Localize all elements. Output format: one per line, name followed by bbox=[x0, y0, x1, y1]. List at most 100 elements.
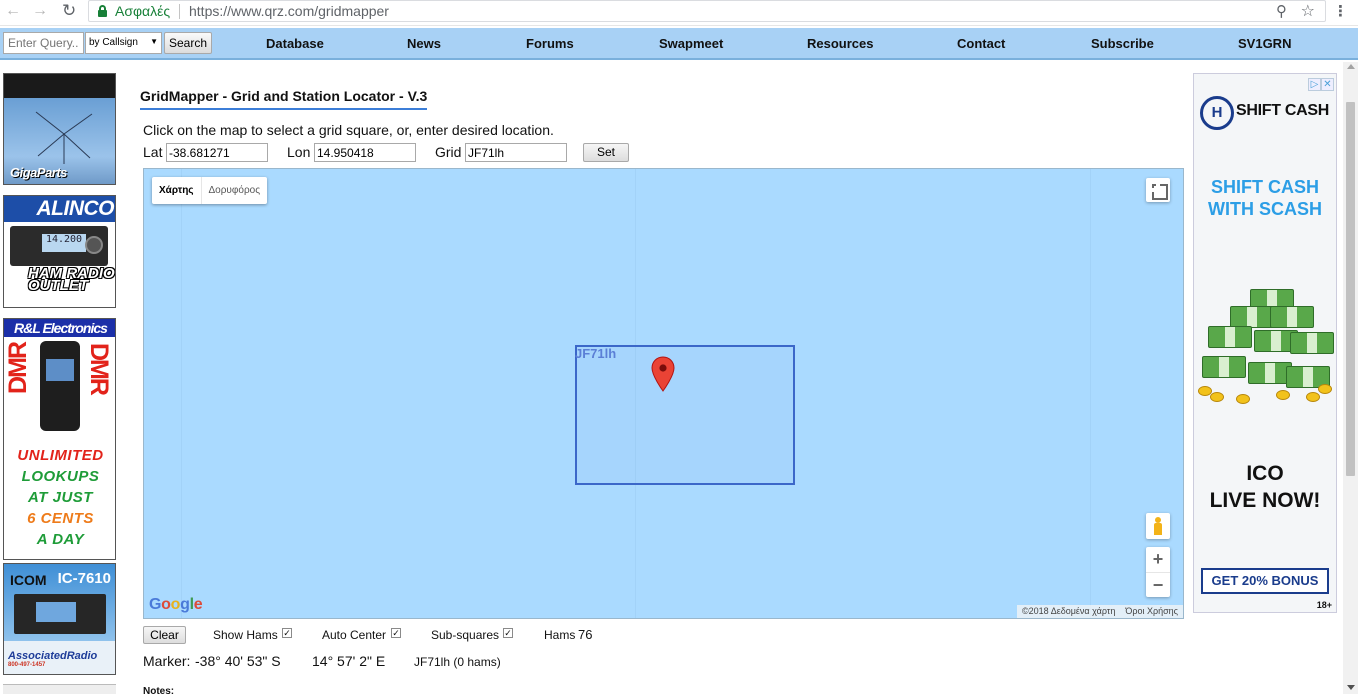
bookmark-star-icon[interactable]: ☆ bbox=[1301, 1, 1315, 21]
nav-resources[interactable]: Resources bbox=[807, 36, 873, 51]
ico-line: LIVE NOW! bbox=[1209, 489, 1321, 512]
forward-arrow-icon[interactable]: → bbox=[32, 2, 48, 20]
grid-square-overlay[interactable] bbox=[575, 345, 795, 485]
search-by-select[interactable]: by Callsign ▼ bbox=[85, 32, 162, 54]
nav-swapmeet[interactable]: Swapmeet bbox=[659, 36, 723, 51]
grid-input[interactable] bbox=[465, 143, 567, 162]
alinco-ad[interactable]: ALINCO 14.200 HAM RADIO OUTLET bbox=[3, 195, 116, 308]
icom-ad[interactable]: ICOM IC-7610 AssociatedRadio 800-497-145… bbox=[3, 563, 116, 675]
scrollbar-thumb[interactable] bbox=[1346, 102, 1355, 476]
get-bonus-button[interactable]: GET 20% BONUS bbox=[1201, 568, 1329, 594]
ad-close-icon[interactable]: ✕ bbox=[1321, 78, 1334, 91]
scroll-up-arrow-icon[interactable] bbox=[1347, 64, 1355, 69]
auto-center-checkbox[interactable]: ✓ bbox=[391, 628, 401, 638]
set-button[interactable]: Set bbox=[583, 143, 629, 162]
cash-stack bbox=[1270, 306, 1314, 328]
sub-squares-checkbox[interactable]: ✓ bbox=[503, 628, 513, 638]
nav-news[interactable]: News bbox=[407, 36, 441, 51]
page-title: GridMapper - Grid and Station Locator - … bbox=[140, 88, 428, 110]
google-logo-letter: G bbox=[149, 596, 162, 613]
map-canvas[interactable]: Χάρτης Δορυφόρος JF71lh + − Google ©2018… bbox=[143, 168, 1184, 619]
scroll-down-arrow-icon[interactable] bbox=[1347, 685, 1355, 690]
reload-icon[interactable]: ↻ bbox=[62, 1, 76, 21]
map-attribution: ©2018 Δεδομένα χάρτη Όροι Χρήσης bbox=[1017, 605, 1183, 618]
ico-announcement: ICO LIVE NOW! bbox=[1194, 460, 1336, 514]
gigaparts-logo: GigaParts bbox=[10, 165, 67, 180]
zoom-in-button[interactable]: + bbox=[1146, 547, 1170, 572]
notes-label: Notes: bbox=[143, 686, 175, 697]
sub-squares-label: Sub-squares bbox=[431, 628, 500, 642]
zoom-icon[interactable]: ⚲ bbox=[1276, 2, 1287, 20]
promo-line: A DAY bbox=[36, 531, 85, 548]
next-ad-edge bbox=[3, 684, 116, 694]
lookup-promo: UNLIMITED LOOKUPS AT JUST 6 CENTS A DAY bbox=[4, 445, 115, 550]
lat-label: Lat bbox=[143, 144, 163, 160]
zoom-out-button[interactable]: − bbox=[1146, 572, 1170, 597]
nav-contact[interactable]: Contact bbox=[957, 36, 1005, 51]
search-button[interactable]: Search bbox=[164, 32, 212, 54]
associated-radio-name: AssociatedRadio bbox=[8, 650, 98, 662]
lon-label: Lon bbox=[287, 144, 311, 160]
google-logo: Google bbox=[149, 596, 203, 614]
url-text[interactable]: https://www.qrz.com/gridmapper bbox=[189, 3, 389, 19]
map-gridline bbox=[1090, 169, 1091, 618]
map-data-credit[interactable]: ©2018 Δεδομένα χάρτη bbox=[1017, 605, 1120, 618]
map-type-map-button[interactable]: Χάρτης bbox=[152, 177, 201, 204]
grid-label: Grid bbox=[435, 144, 462, 160]
promo-line: AT JUST bbox=[28, 489, 93, 506]
gold-coin bbox=[1236, 394, 1250, 404]
auto-center-label: Auto Center bbox=[322, 628, 387, 642]
age-restriction-label: 18+ bbox=[1316, 600, 1332, 610]
promo-line: UNLIMITED bbox=[17, 447, 104, 464]
nav-database[interactable]: Database bbox=[266, 36, 324, 51]
site-navbar: by Callsign ▼ Search Database News Forums… bbox=[0, 28, 1358, 60]
marker-longitude: 14° 57' 2" E bbox=[312, 653, 386, 669]
search-by-value: by Callsign bbox=[89, 37, 138, 48]
show-hams-checkbox[interactable]: ✓ bbox=[282, 628, 292, 638]
google-logo-letter: e bbox=[193, 596, 203, 613]
lon-input[interactable] bbox=[314, 143, 416, 162]
browser-toolbar: ← → ↻ Ασφαλές https://www.qrz.com/gridma… bbox=[0, 0, 1358, 26]
ad-info-icon[interactable]: ▷ bbox=[1308, 78, 1321, 91]
antenna-icon bbox=[35, 111, 93, 164]
nav-forums[interactable]: Forums bbox=[526, 36, 574, 51]
zoom-control: + − bbox=[1146, 547, 1170, 597]
back-arrow-icon[interactable]: ← bbox=[5, 2, 21, 20]
map-terms-link[interactable]: Όροι Χρήσης bbox=[1120, 605, 1183, 618]
clear-button[interactable]: Clear bbox=[143, 626, 186, 644]
tuning-knob bbox=[85, 236, 103, 254]
show-hams-label: Show Hams bbox=[213, 628, 278, 642]
nav-user-callsign[interactable]: SV1GRN bbox=[1238, 36, 1291, 51]
map-type-satellite-button[interactable]: Δορυφόρος bbox=[200, 177, 268, 204]
fullscreen-icon[interactable] bbox=[1146, 178, 1170, 202]
address-bar[interactable]: Ασφαλές https://www.qrz.com/gridmapper ⚲… bbox=[88, 0, 1326, 22]
google-logo-letter: o bbox=[161, 596, 171, 613]
ad-choices-control[interactable]: ▷ ✕ bbox=[1308, 74, 1336, 91]
dmr-text-left: DMR bbox=[4, 343, 32, 394]
gigaparts-ad[interactable]: GigaParts bbox=[3, 73, 116, 185]
associated-radio-phone: 800-497-1457 bbox=[8, 662, 46, 668]
map-gridline bbox=[181, 169, 182, 618]
map-marker-icon[interactable] bbox=[651, 356, 675, 392]
page-scrollbar[interactable] bbox=[1343, 62, 1358, 694]
google-logo-letter: o bbox=[170, 596, 181, 613]
gold-coin bbox=[1210, 392, 1224, 402]
cash-stack bbox=[1230, 306, 1274, 328]
lock-icon bbox=[98, 5, 107, 17]
gold-coin bbox=[1276, 390, 1290, 400]
shift-cash-headline: SHIFT CASH WITH SCASH bbox=[1194, 176, 1336, 220]
cash-stack bbox=[1290, 332, 1334, 354]
nav-subscribe[interactable]: Subscribe bbox=[1091, 36, 1154, 51]
marker-label: Marker: bbox=[143, 653, 191, 669]
shift-cash-logo: H SHIFT CASH bbox=[1198, 94, 1333, 134]
lat-input[interactable] bbox=[166, 143, 268, 162]
query-input[interactable] bbox=[3, 32, 84, 54]
alinco-logo: ALINCO bbox=[4, 196, 115, 222]
street-view-pegman-icon[interactable] bbox=[1146, 513, 1170, 539]
rl-electronics-ad[interactable]: R&L Electronics DMR DMR UNLIMITED LOOKUP… bbox=[3, 318, 116, 560]
hams-count: 76 bbox=[578, 627, 593, 642]
shift-cash-ad[interactable]: ▷ ✕ H SHIFT CASH SHIFT CASH WITH SCASH IC… bbox=[1193, 73, 1337, 613]
gold-coin bbox=[1306, 392, 1320, 402]
gold-coin bbox=[1318, 384, 1332, 394]
browser-menu-icon[interactable]: ⋮ bbox=[1333, 2, 1348, 20]
